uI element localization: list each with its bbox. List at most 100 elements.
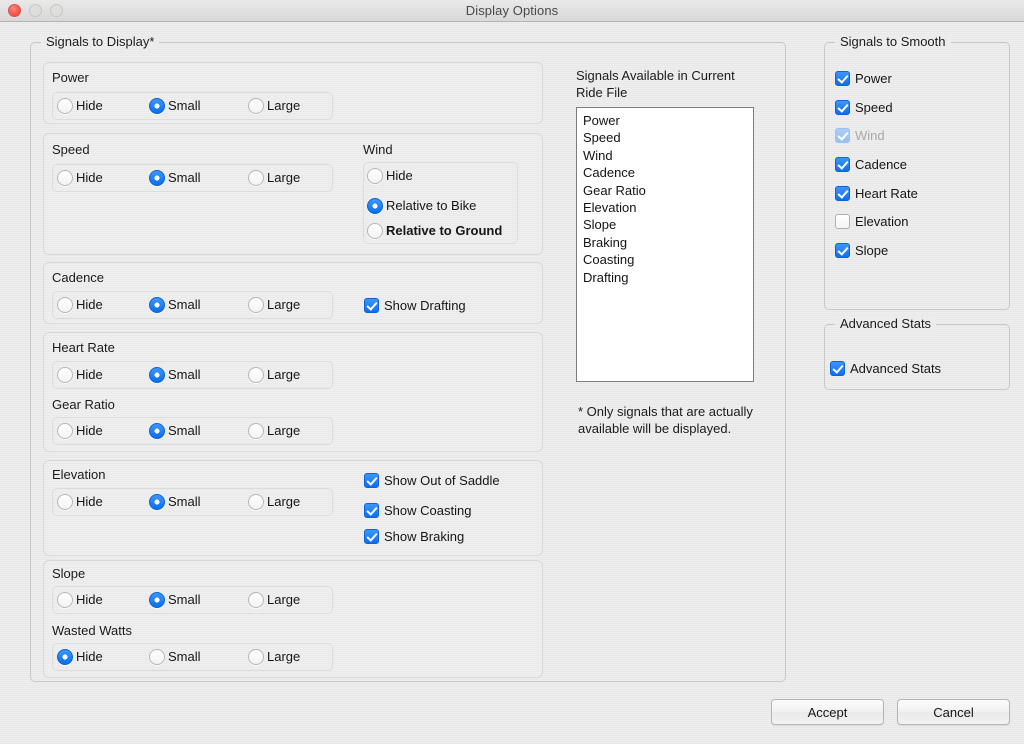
list-item[interactable]: Elevation — [583, 199, 753, 216]
wasted-watts-radio-large[interactable]: Large — [248, 649, 300, 665]
wind-radio-hide[interactable]: Hide — [367, 168, 413, 184]
radio-dot — [248, 98, 264, 114]
power-radio-hide[interactable]: Hide — [57, 98, 103, 114]
show-coasting-checkbox[interactable]: Show Coasting — [364, 503, 471, 518]
slope-radio-large[interactable]: Large — [248, 592, 300, 608]
radio-dot — [57, 170, 73, 186]
accept-button[interactable]: Accept — [771, 699, 884, 725]
available-signals-caption-line2: Ride File — [576, 84, 776, 101]
speed-radio-large[interactable]: Large — [248, 170, 300, 186]
list-item[interactable]: Power — [583, 112, 753, 129]
smooth-wind-checkbox: Wind — [835, 128, 885, 143]
radio-label: Hide — [76, 367, 103, 383]
list-item[interactable]: Speed — [583, 129, 753, 146]
heart-rate-radio-hide[interactable]: Hide — [57, 367, 103, 383]
gear-ratio-label: Gear Ratio — [52, 397, 115, 412]
wind-label: Wind — [363, 142, 393, 157]
show-braking-checkbox[interactable]: Show Braking — [364, 529, 464, 544]
heart-rate-radio-small[interactable]: Small — [149, 367, 201, 383]
radio-label: Large — [267, 592, 300, 608]
list-item[interactable]: Cadence — [583, 164, 753, 181]
elevation-radio-small[interactable]: Small — [149, 494, 201, 510]
wasted-watts-label: Wasted Watts — [52, 623, 132, 638]
elevation-radio-large[interactable]: Large — [248, 494, 300, 510]
radio-label: Relative to Bike — [386, 198, 476, 214]
smooth-power-checkbox[interactable]: Power — [835, 71, 892, 86]
wasted-watts-radio-hide[interactable]: Hide — [57, 649, 103, 665]
elevation-label: Elevation — [52, 467, 105, 482]
cadence-radio-large[interactable]: Large — [248, 297, 300, 313]
list-item[interactable]: Braking — [583, 234, 753, 251]
signals-to-display-legend: Signals to Display* — [41, 34, 159, 49]
radio-label: Hide — [76, 170, 103, 186]
radio-dot — [248, 367, 264, 383]
radio-dot — [149, 297, 165, 313]
radio-label: Hide — [76, 592, 103, 608]
wind-radio-relative-to-ground[interactable]: Relative to Ground — [367, 223, 502, 239]
speed-radio-small[interactable]: Small — [149, 170, 201, 186]
smooth-slope-checkbox[interactable]: Slope — [835, 243, 888, 258]
list-item[interactable]: Drafting — [583, 269, 753, 286]
signals-to-smooth-legend: Signals to Smooth — [835, 34, 951, 49]
radio-label: Large — [267, 423, 300, 439]
cadence-radio-hide[interactable]: Hide — [57, 297, 103, 313]
heart-rate-radio-large[interactable]: Large — [248, 367, 300, 383]
checkbox-label: Power — [855, 71, 892, 86]
checkbox-label: Elevation — [855, 214, 908, 229]
radio-label: Small — [168, 592, 201, 608]
radio-dot — [248, 649, 264, 665]
speed-label: Speed — [52, 142, 90, 157]
checkbox-label: Slope — [855, 243, 888, 258]
radio-dot — [57, 592, 73, 608]
slope-label: Slope — [52, 566, 85, 581]
radio-label: Small — [168, 494, 201, 510]
advanced-stats-checkbox[interactable]: Advanced Stats — [830, 361, 941, 376]
radio-label: Large — [267, 98, 300, 114]
checkbox-label: Show Coasting — [384, 503, 471, 518]
available-signals-caption-line1: Signals Available in Current — [576, 67, 776, 84]
radio-dot — [248, 494, 264, 510]
window-title: Display Options — [0, 0, 1024, 21]
radio-dot — [57, 297, 73, 313]
cancel-button[interactable]: Cancel — [897, 699, 1010, 725]
checkbox-label: Show Braking — [384, 529, 464, 544]
power-label: Power — [52, 70, 89, 85]
radio-dot — [149, 649, 165, 665]
show-drafting-checkbox[interactable]: Show Drafting — [364, 298, 466, 313]
smooth-speed-checkbox[interactable]: Speed — [835, 100, 893, 115]
slope-radio-small[interactable]: Small — [149, 592, 201, 608]
checkbox-label: Show Out of Saddle — [384, 473, 500, 488]
checkbox-box — [364, 529, 379, 544]
smooth-heart-rate-checkbox[interactable]: Heart Rate — [835, 186, 918, 201]
list-item[interactable]: Slope — [583, 216, 753, 233]
heart-rate-label: Heart Rate — [52, 340, 115, 355]
checkbox-box — [364, 298, 379, 313]
wind-radio-relative-to-bike[interactable]: Relative to Bike — [367, 198, 476, 214]
list-item[interactable]: Wind — [583, 147, 753, 164]
radio-label: Large — [267, 494, 300, 510]
radio-dot — [248, 423, 264, 439]
speed-radio-hide[interactable]: Hide — [57, 170, 103, 186]
list-item[interactable]: Gear Ratio — [583, 182, 753, 199]
gear-ratio-radio-small[interactable]: Small — [149, 423, 201, 439]
elevation-radio-hide[interactable]: Hide — [57, 494, 103, 510]
radio-label: Hide — [76, 494, 103, 510]
power-radio-small[interactable]: Small — [149, 98, 201, 114]
radio-dot — [57, 367, 73, 383]
show-out-of-saddle-checkbox[interactable]: Show Out of Saddle — [364, 473, 500, 488]
available-signals-list[interactable]: Power Speed Wind Cadence Gear Ratio Elev… — [576, 107, 754, 382]
slope-radio-hide[interactable]: Hide — [57, 592, 103, 608]
list-item[interactable]: Coasting — [583, 251, 753, 268]
cadence-radio-small[interactable]: Small — [149, 297, 201, 313]
smooth-cadence-checkbox[interactable]: Cadence — [835, 157, 907, 172]
gear-ratio-radio-large[interactable]: Large — [248, 423, 300, 439]
checkbox-box — [835, 243, 850, 258]
power-radio-large[interactable]: Large — [248, 98, 300, 114]
radio-label: Hide — [76, 423, 103, 439]
checkbox-box — [835, 214, 850, 229]
radio-label: Hide — [386, 168, 413, 184]
smooth-elevation-checkbox[interactable]: Elevation — [835, 214, 908, 229]
wasted-watts-radio-small[interactable]: Small — [149, 649, 201, 665]
gear-ratio-radio-hide[interactable]: Hide — [57, 423, 103, 439]
checkbox-label: Cadence — [855, 157, 907, 172]
